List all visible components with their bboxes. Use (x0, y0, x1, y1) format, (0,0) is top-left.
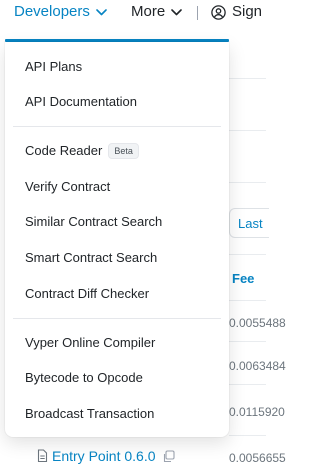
menu-item-verify-contract[interactable]: Verify Contract (25, 179, 110, 195)
developers-dropdown: API Plans API Documentation Code Reader … (5, 42, 229, 437)
last-page-label: Last (238, 215, 263, 231)
copy-icon[interactable] (162, 449, 175, 463)
table-divider (229, 341, 266, 342)
top-navbar: Developers More Sign (0, 0, 266, 26)
menu-item-similar-contract-search[interactable]: Similar Contract Search (25, 214, 162, 230)
menu-item-api-plans[interactable]: API Plans (25, 59, 82, 75)
table-divider (229, 254, 266, 255)
document-icon (37, 449, 48, 463)
menu-separator (13, 318, 221, 319)
user-circle-icon (211, 4, 226, 20)
chevron-down-icon (171, 3, 182, 21)
table-divider (229, 130, 266, 131)
menu-item-label: API Documentation (25, 94, 138, 109)
menu-item-label: Verify Contract (25, 179, 111, 194)
menu-item-label: Contract Diff Checker (25, 286, 150, 301)
menu-item-label: Broadcast Transaction (25, 406, 155, 421)
menu-item-contract-diff-checker[interactable]: Contract Diff Checker (25, 286, 149, 302)
last-page-button[interactable]: Last (229, 208, 269, 238)
menu-item-api-documentation[interactable]: API Documentation (25, 94, 137, 110)
menu-item-code-reader[interactable]: Code Reader Beta (25, 143, 139, 159)
menu-item-smart-contract-search[interactable]: Smart Contract Search (25, 250, 157, 266)
more-label: More (131, 3, 166, 20)
table-divider (229, 300, 266, 301)
fee-column-header[interactable]: Fee (232, 271, 254, 286)
menu-item-label: Similar Contract Search (25, 214, 163, 229)
fee-value: 0.0063484 (229, 359, 286, 373)
developers-menu[interactable]: Developers (14, 3, 107, 21)
menu-item-label: Code Reader (25, 143, 103, 158)
table-divider (229, 435, 266, 436)
developers-label: Developers (14, 3, 90, 20)
table-divider (229, 78, 266, 79)
menu-item-label: API Plans (25, 59, 83, 74)
fee-value: 0.0115920 (229, 405, 285, 419)
menu-item-broadcast-transaction[interactable]: Broadcast Transaction (25, 406, 154, 422)
menu-item-label: Smart Contract Search (25, 250, 158, 265)
table-divider (229, 384, 266, 385)
beta-badge: Beta (108, 143, 139, 159)
menu-item-bytecode-to-opcode[interactable]: Bytecode to Opcode (25, 370, 143, 386)
chevron-down-icon (96, 3, 107, 21)
more-menu[interactable]: More (131, 3, 182, 21)
entry-point-row: Entry Point 0.6.0 (37, 448, 175, 464)
menu-separator (13, 126, 221, 127)
entry-point-link[interactable]: Entry Point 0.6.0 (52, 448, 156, 464)
sign-in-link[interactable]: Sign (211, 3, 262, 21)
sign-in-label: Sign (232, 3, 263, 20)
menu-item-label: Bytecode to Opcode (25, 370, 143, 385)
table-divider (229, 182, 266, 183)
nav-divider (197, 6, 198, 20)
fee-value: 0.0056655 (229, 451, 286, 465)
menu-item-vyper-online-compiler[interactable]: Vyper Online Compiler (25, 335, 155, 351)
menu-item-label: Vyper Online Compiler (25, 335, 156, 350)
fee-value: 0.0055488 (229, 316, 286, 330)
